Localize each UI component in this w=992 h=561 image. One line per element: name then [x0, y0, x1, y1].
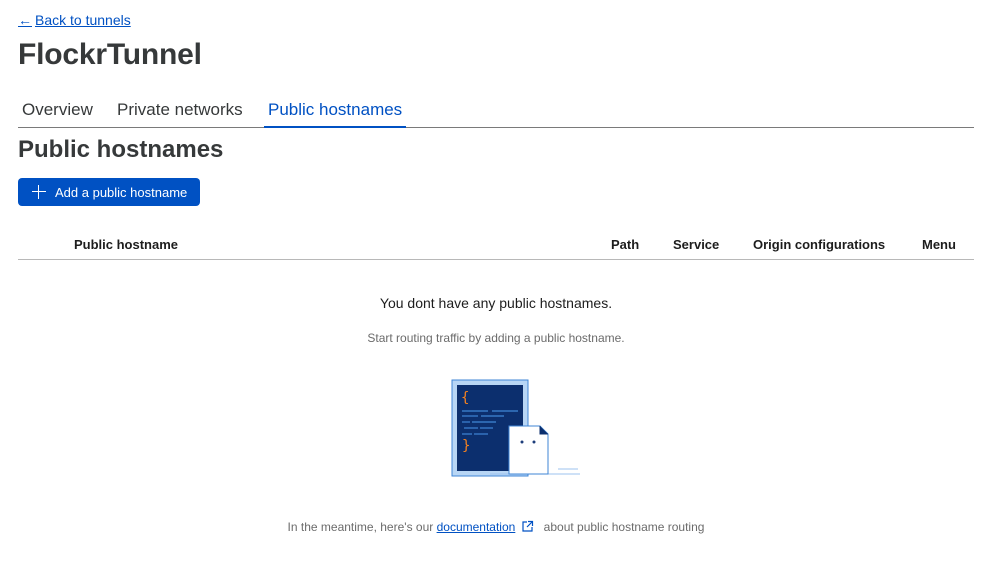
empty-state-illustration: { }: [451, 379, 580, 477]
back-link-label: Back to tunnels: [35, 12, 131, 28]
column-header-service[interactable]: Service: [673, 237, 719, 252]
arrow-left-icon: ←: [18, 12, 32, 28]
page-title: FlockrTunnel: [18, 38, 202, 71]
section-title: Public hostnames: [18, 136, 224, 163]
svg-text:}: }: [462, 438, 470, 454]
empty-state-title: You dont have any public hostnames.: [379, 295, 613, 311]
footer-suffix: about public hostname routing: [543, 520, 705, 534]
column-header-path[interactable]: Path: [611, 237, 639, 252]
column-header-menu: Menu: [922, 237, 956, 252]
table-header: Public hostname Path Service Origin conf…: [18, 230, 974, 260]
footer-note: In the meantime, here's our documentatio…: [0, 520, 992, 534]
svg-text:{: {: [461, 390, 469, 406]
tab-private-networks[interactable]: Private networks: [113, 94, 247, 128]
tab-overview[interactable]: Overview: [18, 94, 97, 128]
column-header-origin-configurations[interactable]: Origin configurations: [753, 237, 885, 252]
plus-icon: [32, 185, 46, 199]
add-button-label: Add a public hostname: [55, 184, 188, 200]
empty-state-subtitle: Start routing traffic by adding a public…: [367, 331, 625, 345]
add-public-hostname-button[interactable]: Add a public hostname: [18, 178, 200, 206]
footer-prefix: In the meantime, here's our: [287, 520, 434, 534]
column-header-public-hostname[interactable]: Public hostname: [74, 237, 178, 252]
documentation-link[interactable]: documentation: [437, 520, 516, 534]
back-to-tunnels-link[interactable]: ← Back to tunnels: [18, 12, 131, 28]
tab-public-hostnames[interactable]: Public hostnames: [264, 94, 407, 128]
external-link-icon[interactable]: [521, 520, 534, 533]
tab-bar: Overview Private networks Public hostnam…: [18, 94, 974, 128]
